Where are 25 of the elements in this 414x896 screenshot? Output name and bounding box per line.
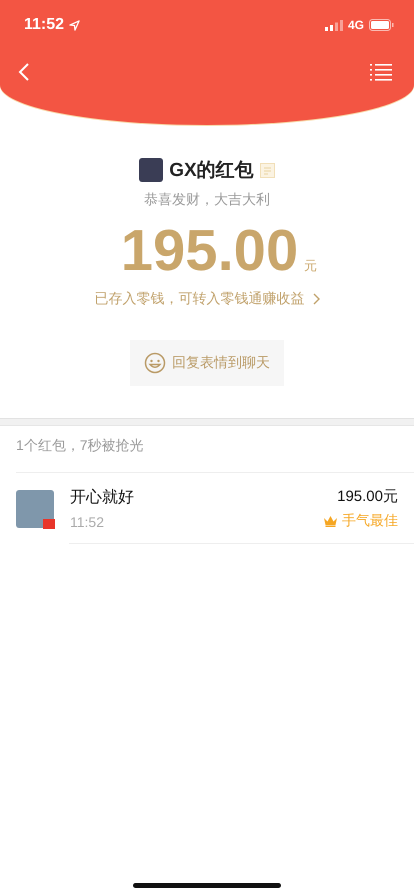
flag-icon	[43, 518, 55, 528]
chevron-right-icon	[312, 293, 320, 305]
signal-icon	[324, 20, 343, 30]
status-time: 11:52	[24, 16, 64, 34]
note-icon	[260, 162, 275, 178]
crown-icon	[323, 515, 338, 527]
battery-icon	[369, 19, 394, 31]
network-type: 4G	[348, 18, 364, 32]
user-name: 开心就好	[70, 488, 135, 508]
amount-unit: 元	[304, 257, 318, 275]
amount-value: 195.00	[120, 217, 298, 284]
back-icon[interactable]	[18, 62, 30, 82]
record-row[interactable]: 开心就好 11:52 195.00元 手气最佳	[16, 472, 414, 544]
sender-title: GX的红包	[169, 159, 254, 183]
blessing-text: 恭喜发财，大吉大利	[144, 191, 270, 209]
smiley-icon	[144, 352, 166, 374]
change-link[interactable]: 已存入零钱，可转入零钱通赚收益	[94, 290, 320, 308]
menu-icon[interactable]	[370, 63, 392, 81]
location-arrow-icon	[69, 20, 80, 30]
reply-button[interactable]: 回复表情到聊天	[130, 340, 284, 386]
record-amount: 195.00元	[337, 487, 398, 506]
sender-avatar	[139, 158, 164, 182]
best-luck-label: 手气最佳	[342, 512, 398, 530]
record-time: 11:52	[70, 514, 105, 530]
summary-text: 1个红包，7秒被抢光	[15, 436, 145, 455]
